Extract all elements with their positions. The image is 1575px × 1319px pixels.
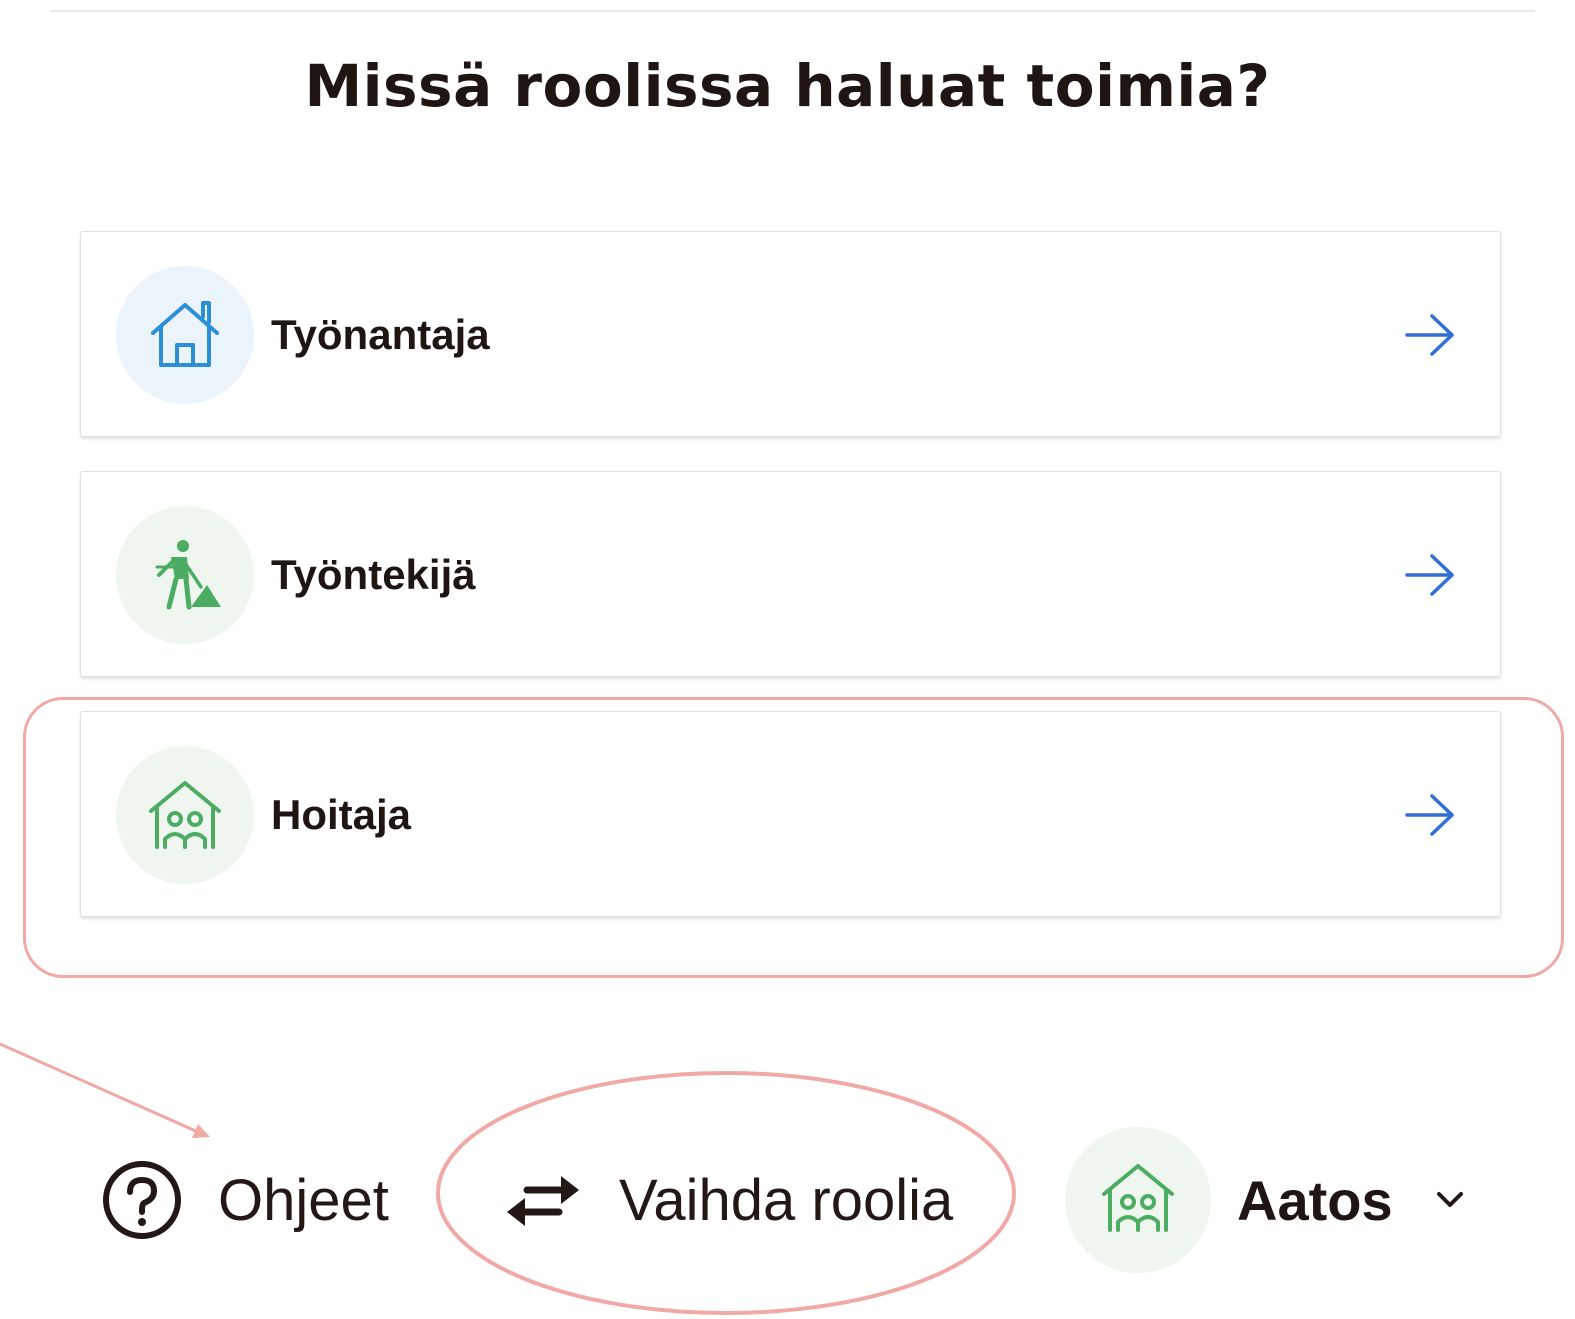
help-link[interactable]: Ohjeet [100,1158,389,1242]
role-label: Työnantaja [271,311,490,358]
annotation-arrow-head [192,1124,210,1138]
page-title: Missä roolissa haluat toimia? [304,52,1271,120]
switch-role-label: Vaihda roolia [619,1167,954,1233]
family-house-icon [1102,1164,1174,1232]
role-label: Hoitaja [271,791,412,838]
top-divider [50,10,1535,12]
switch-role-button[interactable]: Vaihda roolia [505,1158,953,1242]
family-house-icon [149,781,221,849]
role-icon-circle [116,506,254,644]
role-label: Työntekijä [271,551,476,598]
help-label: Ohjeet [218,1167,389,1233]
arrow-right-icon [1405,554,1454,596]
house-icon [151,301,219,367]
role-icon-circle [116,746,254,884]
chevron-down-icon [1436,1192,1463,1207]
arrow-right-icon [1405,314,1454,356]
swap-arrows-icon [507,1176,579,1226]
user-name: Aatos [1237,1168,1393,1232]
help-circle-icon [103,1161,181,1239]
role-card-tyontekija[interactable]: Työntekijä [80,471,1501,677]
role-card-hoitaja[interactable]: Hoitaja [80,711,1501,917]
worker-shovel-icon [155,540,221,610]
avatar [1065,1127,1211,1273]
arrow-right-icon [1405,794,1454,836]
role-card-tyonantaja[interactable]: Työnantaja [80,231,1501,437]
annotation-arrow-line [0,1042,199,1134]
user-menu[interactable]: Aatos [1065,1127,1465,1273]
role-icon-circle [116,266,254,404]
